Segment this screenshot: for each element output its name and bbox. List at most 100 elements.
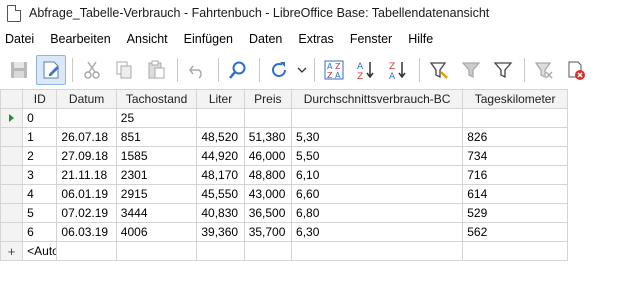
table-cell[interactable]: 21.11.18 <box>56 165 117 185</box>
table-cell[interactable]: 529 <box>462 203 568 223</box>
table-cell[interactable]: 39,360 <box>196 222 245 242</box>
table-cell[interactable]: 45,550 <box>196 184 245 204</box>
menu-fenster[interactable]: Fenster <box>350 32 392 46</box>
table-row[interactable]: 6 06.03.19 4006 39,360 35,700 6,30 562 <box>0 222 568 242</box>
refresh-icon[interactable] <box>264 55 294 85</box>
table-row[interactable]: 5 07.02.19 3444 40,830 36,500 6,80 529 <box>0 203 568 223</box>
header-corner[interactable] <box>0 89 24 109</box>
standard-filter-icon[interactable] <box>456 55 486 85</box>
remove-filter-icon[interactable] <box>529 55 559 85</box>
sort-descending-icon[interactable]: ZA <box>383 55 413 85</box>
table-cell[interactable]: <AutoField> <box>22 241 58 261</box>
new-record-row[interactable]: + <AutoField> <box>0 241 568 261</box>
menu-einfuegen[interactable]: Einfügen <box>184 32 233 46</box>
cut-icon[interactable] <box>77 55 107 85</box>
table-cell[interactable]: 27.09.18 <box>56 146 117 166</box>
table-cell[interactable] <box>243 108 293 128</box>
table-cell[interactable]: 48,520 <box>196 127 245 147</box>
menu-datei[interactable]: Datei <box>5 32 34 46</box>
table-cell[interactable] <box>462 241 568 261</box>
table-cell[interactable]: 3444 <box>115 203 198 223</box>
table-cell[interactable]: 51,380 <box>243 127 293 147</box>
table-cell[interactable]: 25 <box>115 108 198 128</box>
table-cell[interactable]: 4 <box>22 184 58 204</box>
find-icon[interactable] <box>223 55 253 85</box>
table-row[interactable]: 2 27.09.18 1585 44,920 46,000 5,50 734 <box>0 146 568 166</box>
autofilter-icon[interactable] <box>424 55 454 85</box>
table-cell[interactable]: 44,920 <box>196 146 245 166</box>
table-cell[interactable]: 3 <box>22 165 58 185</box>
table-cell[interactable] <box>196 241 245 261</box>
table-cell[interactable]: 06.03.19 <box>56 222 117 242</box>
table-cell[interactable]: 716 <box>462 165 568 185</box>
row-header[interactable] <box>0 146 24 166</box>
table-cell[interactable]: 5,30 <box>291 127 464 147</box>
column-header[interactable]: Datum <box>56 89 117 109</box>
table-cell[interactable]: 43,000 <box>243 184 293 204</box>
table-row[interactable]: 1 26.07.18 851 48,520 51,380 5,30 826 <box>0 127 568 147</box>
table-cell[interactable] <box>115 241 198 261</box>
table-cell[interactable]: 46,000 <box>243 146 293 166</box>
table-cell[interactable]: 07.02.19 <box>56 203 117 223</box>
table-cell[interactable]: 1585 <box>115 146 198 166</box>
table-cell[interactable]: 48,800 <box>243 165 293 185</box>
row-header[interactable] <box>0 165 24 185</box>
table-cell[interactable]: 6,80 <box>291 203 464 223</box>
copy-icon[interactable] <box>109 55 139 85</box>
sort-ascending-icon[interactable]: AZ <box>351 55 381 85</box>
table-cell[interactable]: 2 <box>22 146 58 166</box>
menu-daten[interactable]: Daten <box>249 32 282 46</box>
row-header[interactable] <box>0 222 24 242</box>
row-header[interactable] <box>0 203 24 223</box>
table-cell[interactable] <box>196 108 245 128</box>
paste-icon[interactable] <box>141 55 171 85</box>
menu-ansicht[interactable]: Ansicht <box>127 32 168 46</box>
table-cell[interactable] <box>243 241 293 261</box>
table-cell[interactable]: 826 <box>462 127 568 147</box>
table-cell[interactable]: 6,10 <box>291 165 464 185</box>
column-header[interactable]: Durchschnittsverbrauch-BC <box>291 89 464 109</box>
table-cell[interactable]: 40,830 <box>196 203 245 223</box>
table-cell[interactable]: 562 <box>462 222 568 242</box>
edit-icon[interactable] <box>36 54 66 85</box>
table-cell[interactable]: 26.07.18 <box>56 127 117 147</box>
row-header[interactable] <box>0 108 24 128</box>
table-cell[interactable] <box>56 241 117 261</box>
table-cell[interactable]: 48,170 <box>196 165 245 185</box>
column-header[interactable]: Preis <box>243 89 293 109</box>
table-cell[interactable]: 6,60 <box>291 184 464 204</box>
table-row[interactable]: 4 06.01.19 2915 45,550 43,000 6,60 614 <box>0 184 568 204</box>
table-cell[interactable]: 5 <box>22 203 58 223</box>
table-cell[interactable] <box>56 108 117 128</box>
column-header[interactable]: Tachostand <box>115 89 198 109</box>
table-row[interactable]: 3 21.11.18 2301 48,170 48,800 6,10 716 <box>0 165 568 185</box>
table-cell[interactable]: 36,500 <box>243 203 293 223</box>
table-cell[interactable]: 614 <box>462 184 568 204</box>
save-icon[interactable] <box>4 55 34 85</box>
table-cell[interactable] <box>291 241 464 261</box>
sort-icon[interactable]: AZZA <box>319 55 349 85</box>
table-cell[interactable]: 2301 <box>115 165 198 185</box>
table-cell[interactable] <box>462 108 568 128</box>
menu-extras[interactable]: Extras <box>298 32 333 46</box>
table-cell[interactable]: 6,30 <box>291 222 464 242</box>
table-cell[interactable]: 2915 <box>115 184 198 204</box>
table-cell[interactable]: 1 <box>22 127 58 147</box>
chevron-down-icon[interactable] <box>296 55 308 85</box>
table-cell[interactable]: 35,700 <box>243 222 293 242</box>
table-cell[interactable]: 851 <box>115 127 198 147</box>
row-header[interactable]: + <box>0 241 24 261</box>
menu-hilfe[interactable]: Hilfe <box>408 32 433 46</box>
table-cell[interactable]: 6 <box>22 222 58 242</box>
table-cell[interactable]: 5,50 <box>291 146 464 166</box>
delete-record-icon[interactable] <box>561 55 591 85</box>
table-cell[interactable]: 734 <box>462 146 568 166</box>
table-cell[interactable]: 06.01.19 <box>56 184 117 204</box>
row-header[interactable] <box>0 184 24 204</box>
column-header[interactable]: Tageskilometer <box>462 89 568 109</box>
table-cell[interactable]: 4006 <box>115 222 198 242</box>
table-cell[interactable]: 0 <box>22 108 58 128</box>
column-header[interactable]: ID <box>22 89 58 109</box>
row-header[interactable] <box>0 127 24 147</box>
menu-bearbeiten[interactable]: Bearbeiten <box>50 32 110 46</box>
